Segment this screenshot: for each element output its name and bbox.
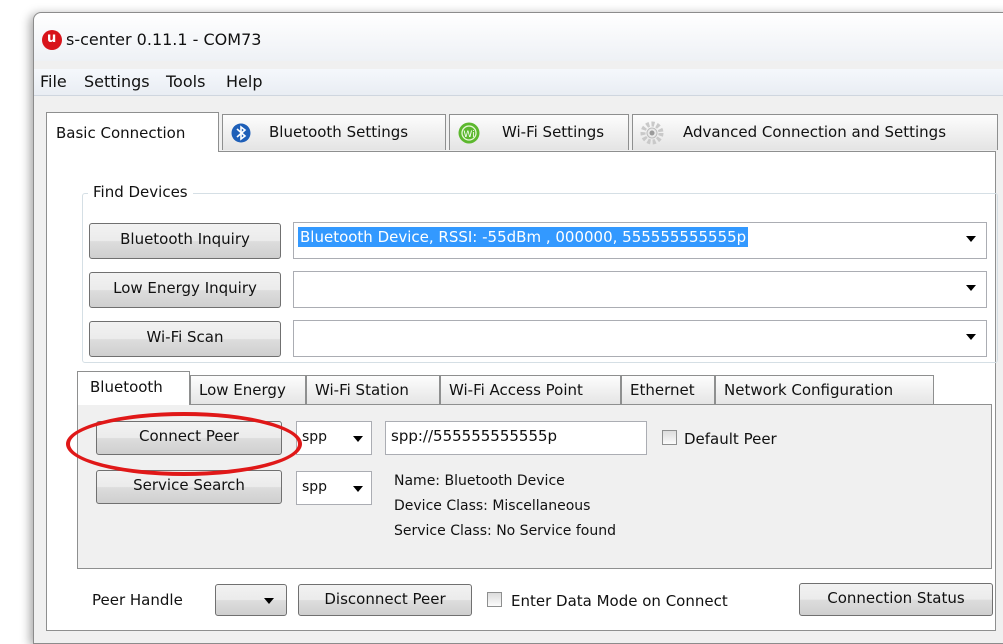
low-energy-inquiry-button[interactable]: Low Energy Inquiry <box>89 272 281 308</box>
device-class-text: Device Class: Miscellaneous <box>394 498 591 514</box>
title-bar: s-center 0.11.1 - COM73 <box>34 13 1003 61</box>
selected-device-text: Bluetooth Device, RSSI: -55dBm , 000000,… <box>298 227 749 247</box>
connect-protocol-select[interactable]: spp <box>296 421 372 455</box>
tab-bluetooth-settings[interactable]: Bluetooth Settings <box>222 114 446 150</box>
low-energy-device-select[interactable] <box>293 271 987 308</box>
tab-label: Bluetooth Settings <box>269 123 409 141</box>
subtab-network-configuration[interactable]: Network Configuration <box>715 375 934 404</box>
subtab-wifi-access-point[interactable]: Wi-Fi Access Point <box>440 375 621 404</box>
connect-protocol-value: spp <box>302 429 328 445</box>
enter-data-mode-checkbox[interactable] <box>487 592 502 607</box>
subtab-wifi-station[interactable]: Wi-Fi Station <box>306 375 440 404</box>
chevron-down-icon <box>966 236 976 242</box>
peer-address-input[interactable]: spp://555555555555p <box>385 421 647 455</box>
service-search-button[interactable]: Service Search <box>96 470 282 504</box>
search-protocol-select[interactable]: spp <box>296 471 372 505</box>
tab-label: Basic Connection <box>56 124 186 142</box>
window-title: s-center 0.11.1 - COM73 <box>66 30 262 49</box>
service-class-text: Service Class: No Service found <box>394 523 616 539</box>
u-blox-logo-icon <box>42 30 62 50</box>
svg-text:Wi: Wi <box>463 130 474 140</box>
chevron-down-icon <box>353 486 363 492</box>
default-peer-checkbox[interactable] <box>662 430 677 445</box>
peer-handle-label: Peer Handle <box>92 591 183 609</box>
tab-wifi-settings[interactable]: Wi Wi-Fi Settings <box>449 114 629 150</box>
enter-data-mode-label: Enter Data Mode on Connect <box>511 592 728 610</box>
tab-label: Wi-Fi Settings <box>502 123 605 141</box>
disconnect-peer-button[interactable]: Disconnect Peer <box>298 584 472 616</box>
connect-peer-button[interactable]: Connect Peer <box>96 421 282 455</box>
menu-bar: File Settings Tools Help <box>34 69 1003 96</box>
subtab-low-energy[interactable]: Low Energy <box>190 375 306 404</box>
bluetooth-inquiry-button[interactable]: Bluetooth Inquiry <box>89 223 281 259</box>
menu-settings[interactable]: Settings <box>84 72 150 91</box>
chevron-down-icon <box>966 285 976 291</box>
connection-status-button[interactable]: Connection Status <box>799 583 993 616</box>
bluetooth-device-select[interactable]: Bluetooth Device, RSSI: -55dBm , 000000,… <box>293 222 987 259</box>
device-name-text: Name: Bluetooth Device <box>394 473 565 489</box>
tab-basic-connection[interactable]: Basic Connection <box>46 112 219 152</box>
chevron-down-icon <box>966 334 976 340</box>
menu-help[interactable]: Help <box>226 72 262 91</box>
chevron-down-icon <box>353 436 363 442</box>
menu-tools[interactable]: Tools <box>166 72 205 91</box>
chevron-down-icon <box>264 598 274 604</box>
menu-file[interactable]: File <box>40 72 67 91</box>
default-peer-label: Default Peer <box>684 430 777 448</box>
subtab-bluetooth[interactable]: Bluetooth <box>77 371 190 405</box>
wifi-network-select[interactable] <box>293 320 987 357</box>
bluetooth-icon <box>231 123 251 143</box>
gear-icon <box>640 121 664 145</box>
wifi-icon: Wi <box>458 122 480 144</box>
wifi-scan-button[interactable]: Wi-Fi Scan <box>89 321 281 357</box>
subtab-ethernet[interactable]: Ethernet <box>621 375 715 404</box>
search-protocol-value: spp <box>302 479 328 495</box>
find-devices-legend: Find Devices <box>88 183 193 201</box>
peer-handle-select[interactable] <box>215 584 287 616</box>
tab-advanced-connection[interactable]: Advanced Connection and Settings <box>632 114 998 150</box>
tab-label: Advanced Connection and Settings <box>683 123 947 141</box>
